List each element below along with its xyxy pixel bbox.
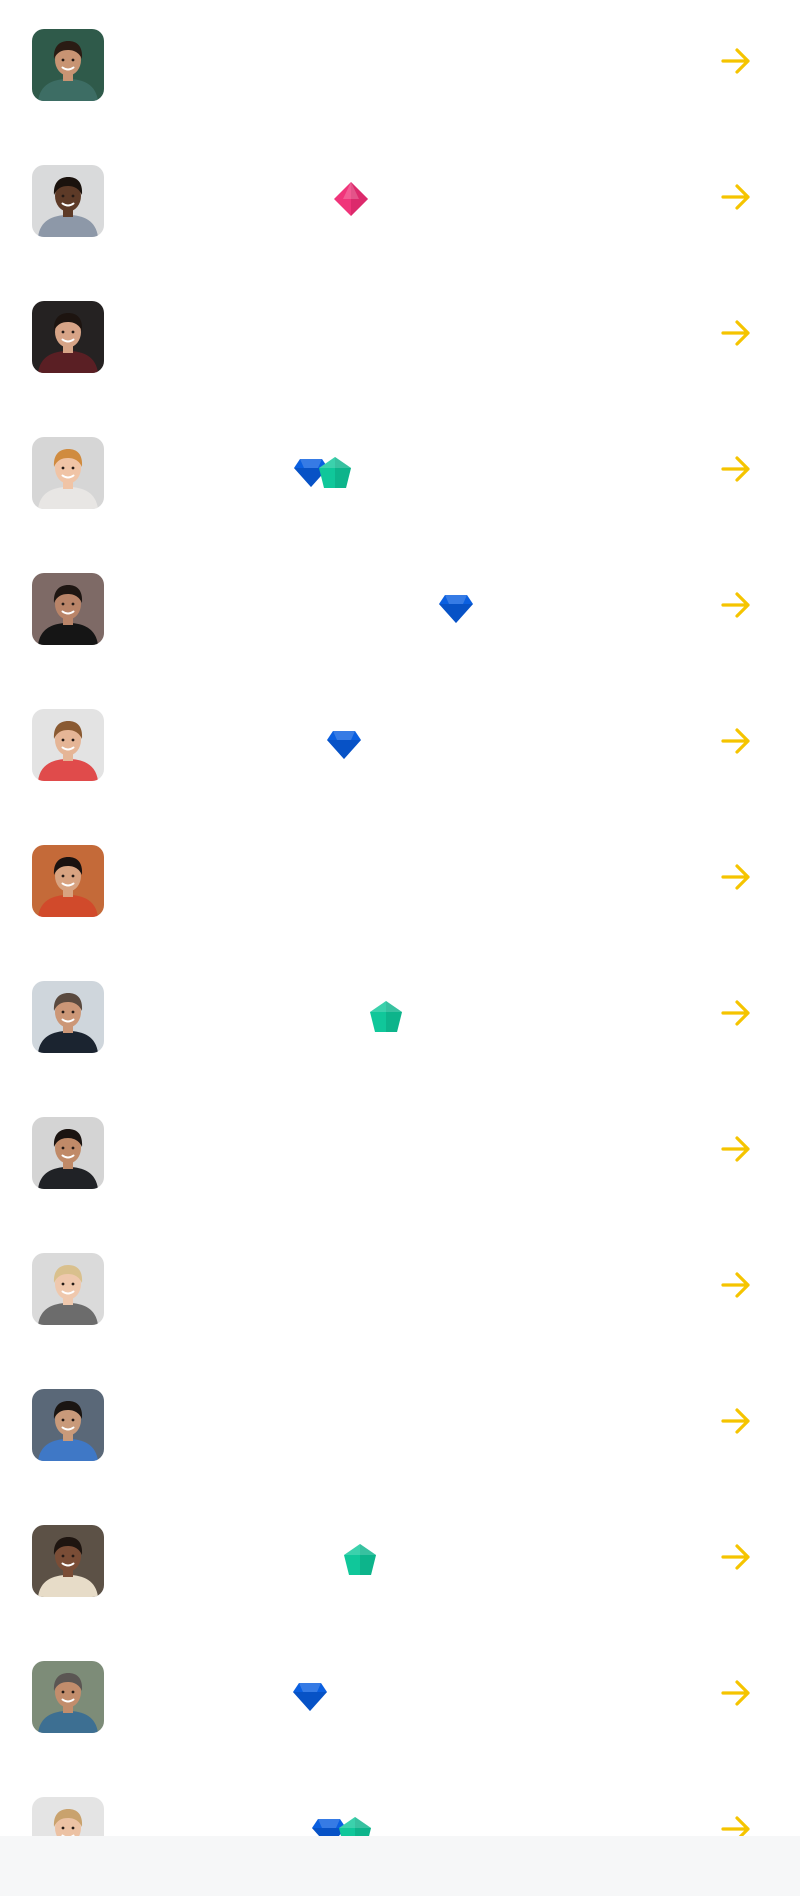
arrow-right-icon[interactable] <box>720 1133 752 1165</box>
arrow-right-icon[interactable] <box>720 1269 752 1301</box>
avatar <box>32 1117 104 1189</box>
blue-gem-icon <box>325 725 363 763</box>
list-item[interactable] <box>0 816 800 952</box>
list-item[interactable] <box>0 1496 800 1632</box>
arrow-right-icon[interactable] <box>720 1677 752 1709</box>
arrow-right-icon[interactable] <box>720 181 752 213</box>
avatar <box>32 301 104 373</box>
arrow-right-icon[interactable] <box>720 725 752 757</box>
avatar <box>32 437 104 509</box>
list-item[interactable] <box>0 680 800 816</box>
list-item[interactable] <box>0 136 800 272</box>
pink-gem-icon <box>332 180 370 218</box>
list-item[interactable] <box>0 1632 800 1768</box>
blue-gem-icon <box>291 1677 329 1715</box>
avatar <box>32 981 104 1053</box>
avatar <box>32 709 104 781</box>
arrow-right-icon[interactable] <box>720 1405 752 1437</box>
arrow-right-icon[interactable] <box>720 589 752 621</box>
arrow-right-icon[interactable] <box>720 861 752 893</box>
teal-gem-icon <box>336 1814 374 1836</box>
avatar <box>32 1525 104 1597</box>
avatar <box>32 29 104 101</box>
arrow-right-icon[interactable] <box>720 453 752 485</box>
avatar <box>32 573 104 645</box>
teal-gem-icon <box>341 1541 379 1579</box>
arrow-right-icon[interactable] <box>720 997 752 1029</box>
list-item[interactable] <box>0 1360 800 1496</box>
arrow-right-icon[interactable] <box>720 1813 752 1836</box>
blue-gem-icon <box>437 589 475 627</box>
list-item[interactable] <box>0 952 800 1088</box>
avatar <box>32 845 104 917</box>
avatar <box>32 1253 104 1325</box>
arrow-right-icon[interactable] <box>720 1541 752 1573</box>
avatar <box>32 1389 104 1461</box>
list-item[interactable] <box>0 1224 800 1360</box>
list-item[interactable] <box>0 408 800 544</box>
arrow-right-icon[interactable] <box>720 45 752 77</box>
teal-gem-icon <box>316 454 354 492</box>
list-item[interactable] <box>0 544 800 680</box>
people-list <box>0 0 800 1836</box>
list-item[interactable] <box>0 272 800 408</box>
list-item[interactable] <box>0 0 800 136</box>
avatar <box>32 1797 104 1836</box>
avatar <box>32 165 104 237</box>
arrow-right-icon[interactable] <box>720 317 752 349</box>
list-item[interactable] <box>0 1088 800 1224</box>
avatar <box>32 1661 104 1733</box>
list-item[interactable] <box>0 1768 800 1836</box>
teal-gem-icon <box>367 998 405 1036</box>
